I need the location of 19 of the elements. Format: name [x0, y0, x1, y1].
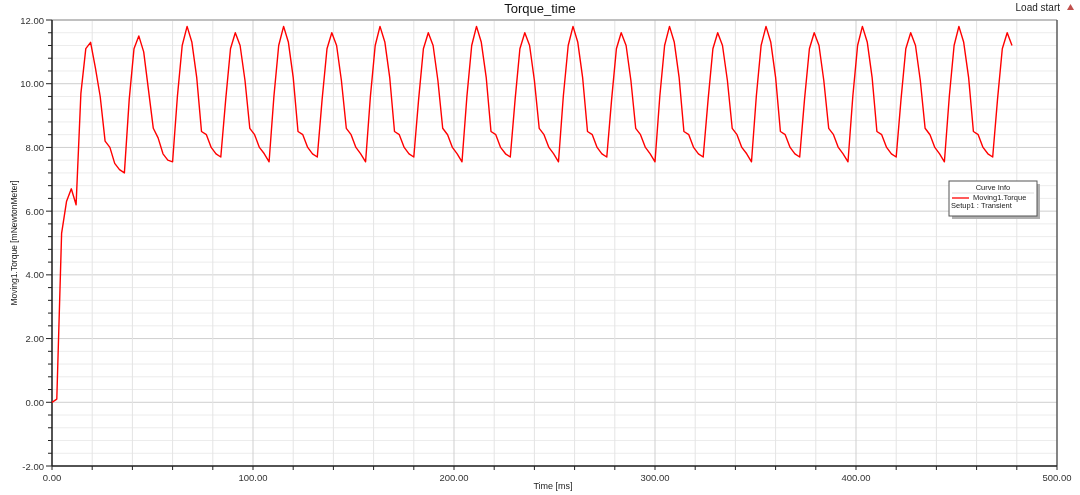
triangle-icon[interactable]: [1067, 4, 1074, 10]
x-tick-label: 200.00: [439, 472, 469, 483]
x-axis-title: Time [ms]: [533, 481, 573, 491]
x-tick-label: 100.00: [238, 472, 268, 483]
y-tick-label: 4.00: [25, 269, 44, 281]
y-tick-label: 2.00: [25, 333, 44, 345]
x-tick-label: 0.00: [42, 472, 62, 483]
chart-title: Torque_time: [504, 1, 576, 16]
y-tick-label: 6.00: [25, 205, 44, 217]
y-tick-label: -2.00: [22, 460, 44, 472]
x-tick-label: 300.00: [640, 472, 670, 483]
y-tick-label: 12.00: [20, 14, 44, 26]
load-start-button[interactable]: Load start: [1013, 1, 1062, 14]
y-axis-title: Moving1.Torque [mNewtonMeter]: [9, 180, 19, 306]
y-tick-label: 8.00: [25, 141, 44, 153]
y-tick-label: 10.00: [20, 78, 44, 90]
y-tick-label: 0.00: [25, 396, 44, 408]
x-tick-label: 500.00: [1042, 472, 1072, 483]
x-tick-label: 400.00: [841, 472, 871, 483]
